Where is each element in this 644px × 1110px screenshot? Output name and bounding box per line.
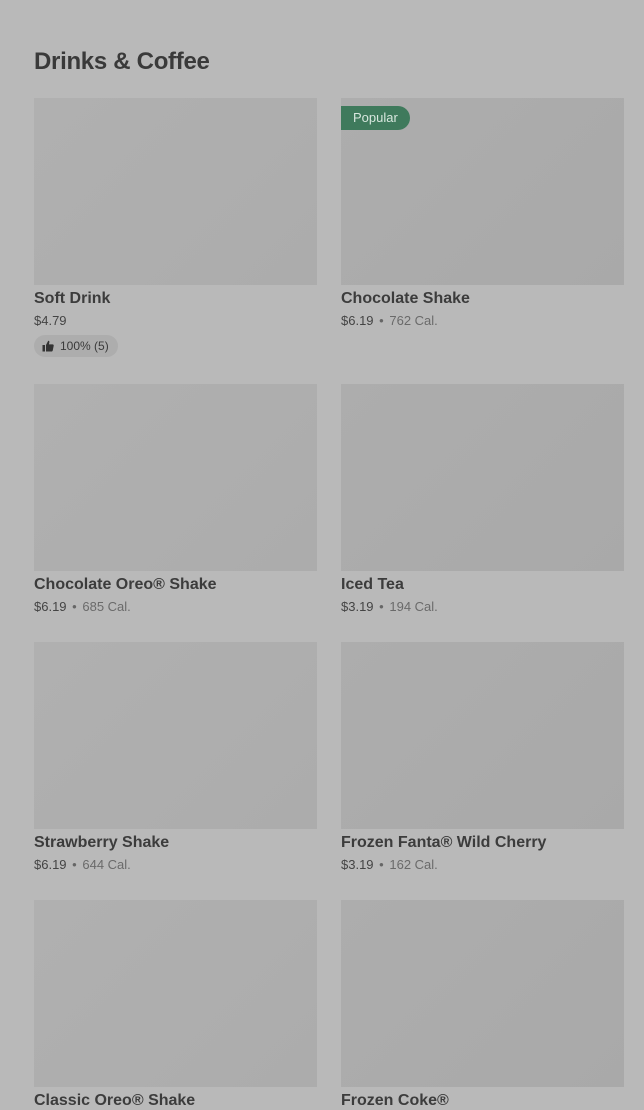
menu-item-calories: 762 Cal. — [389, 313, 438, 328]
menu-item-card[interactable]: Classic Oreo® Shake — [34, 900, 317, 1110]
menu-item-image — [341, 642, 624, 829]
menu-item-name: Strawberry Shake — [34, 834, 170, 851]
menu-item-card[interactable]: Strawberry Shake $6.19 • 644 Cal. — [34, 642, 317, 873]
menu-item-price: $6.19 — [34, 857, 67, 872]
menu-item-name: Frozen Fanta® Wild Cherry — [341, 834, 547, 851]
menu-item-calories: 162 Cal. — [389, 857, 438, 872]
menu-item-image — [34, 642, 317, 829]
meta-separator: • — [72, 857, 77, 872]
menu-item-name: Soft Drink — [34, 290, 111, 307]
menu-item-name: Chocolate Shake — [341, 290, 470, 307]
menu-item-price: $4.79 — [34, 313, 67, 328]
menu-item-price: $3.19 — [341, 857, 374, 872]
menu-item-price: $6.19 — [34, 599, 67, 614]
menu-item-meta: $6.19 • 685 Cal. — [34, 599, 317, 615]
menu-item-image — [34, 900, 317, 1087]
menu-item-meta: $6.19 • 644 Cal. — [34, 857, 317, 873]
menu-item-image: Popular — [341, 98, 624, 285]
menu-item-card[interactable]: Frozen Coke® — [341, 900, 624, 1110]
menu-item-image — [34, 384, 317, 571]
menu-item-card[interactable]: Frozen Fanta® Wild Cherry $3.19 • 162 Ca… — [341, 642, 624, 873]
menu-item-price: $3.19 — [341, 599, 374, 614]
menu-item-card[interactable]: Chocolate Oreo® Shake $6.19 • 685 Cal. — [34, 384, 317, 615]
menu-item-image — [341, 900, 624, 1087]
menu-item-image — [341, 384, 624, 571]
menu-item-calories: 194 Cal. — [389, 599, 438, 614]
menu-item-image — [34, 98, 317, 285]
menu-item-calories: 644 Cal. — [82, 857, 131, 872]
menu-item-meta: $3.19 • 194 Cal. — [341, 599, 624, 615]
menu-item-meta: $4.79 — [34, 313, 317, 329]
menu-item-rating: 100% (5) — [34, 335, 118, 357]
popular-badge: Popular — [341, 106, 410, 130]
menu-item-card[interactable]: Popular Chocolate Shake $6.19 • 762 Cal. — [341, 98, 624, 329]
menu-item-name: Iced Tea — [341, 576, 404, 593]
meta-separator: • — [379, 857, 384, 872]
meta-separator: • — [379, 599, 384, 614]
menu-item-card[interactable]: Soft Drink $4.79 100% (5) — [34, 98, 317, 357]
menu-item-name: Chocolate Oreo® Shake — [34, 576, 217, 593]
meta-separator: • — [72, 599, 77, 614]
meta-separator: • — [379, 313, 384, 328]
menu-item-name: Frozen Coke® — [341, 1092, 449, 1109]
menu-item-price: $6.19 — [341, 313, 374, 328]
menu-item-calories: 685 Cal. — [82, 599, 131, 614]
thumbs-up-icon — [42, 340, 54, 352]
section-title: Drinks & Coffee — [34, 48, 210, 75]
menu-item-meta: $3.19 • 162 Cal. — [341, 857, 624, 873]
menu-item-rating-text: 100% (5) — [60, 339, 109, 353]
menu-item-meta: $6.19 • 762 Cal. — [341, 313, 624, 329]
menu-item-name: Classic Oreo® Shake — [34, 1092, 196, 1109]
menu-item-card[interactable]: Iced Tea $3.19 • 194 Cal. — [341, 384, 624, 615]
